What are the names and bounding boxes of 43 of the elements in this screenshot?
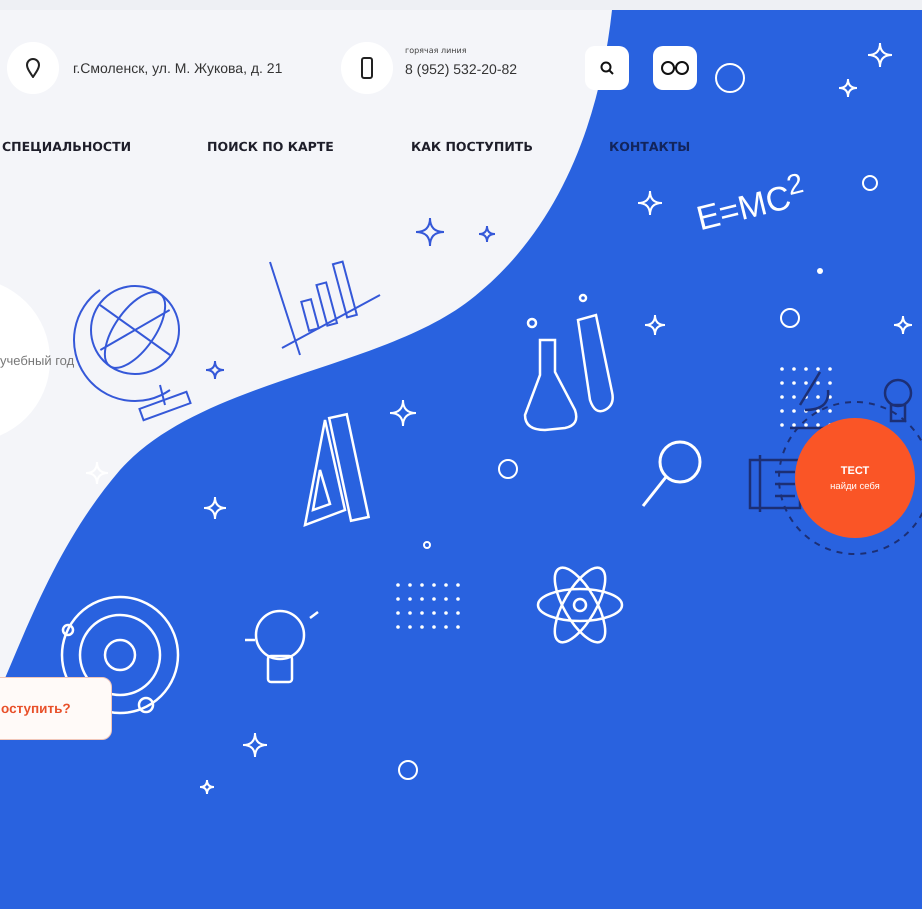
sparkle-icon [644,314,666,336]
ring-icon [398,760,418,780]
ring-icon [715,63,745,93]
light-bulb-icon [245,610,319,684]
light-bulb-icon [884,378,912,422]
ring-icon [498,459,518,479]
search-button[interactable] [585,46,629,90]
sparkle-icon [637,190,663,216]
academic-year-text: учебный год [0,353,74,368]
apply-button[interactable]: оступить? [0,677,112,740]
dot-grid-icon [780,367,832,427]
bar-chart-icon [269,260,380,356]
atom-icon [536,566,624,644]
nav-link[interactable]: СПЕЦИАЛЬНОСТИ [0,138,205,154]
magnifier-icon [642,440,702,507]
sparkle-icon [205,360,225,380]
sparkle-icon [893,315,913,335]
phone-number[interactable]: 8 (952) 532-20-82 [405,60,585,76]
address-text: г.Смоленск, ул. М. Жукова, д. 21 [73,60,284,76]
ring-icon [862,175,878,191]
sparkle-icon [85,461,109,485]
sparkle-icon [242,732,268,758]
hotline-label: горячая линия [405,46,468,54]
sparkle-icon [838,78,858,98]
microscope-icon [790,371,830,430]
dot-grid-icon [396,583,460,629]
sparkle-icon [389,399,417,427]
sparkle-icon [478,225,496,243]
nav-link[interactable]: КАК ПОСТУПИТЬ [409,138,607,154]
sparkle-icon [203,496,227,520]
sparkle-icon [867,42,893,68]
sparkle-icon [415,217,445,247]
nav-link[interactable]: ПОИСК ПО КАРТЕ [205,138,409,154]
dot-icon [817,268,823,274]
ruler-triangle-icon [303,412,370,527]
globe-icon [73,285,192,422]
sparkle-icon [199,779,215,795]
glasses-icon [660,61,690,75]
ring-icon [780,308,800,328]
ring-icon [423,541,431,549]
test-tubes-icon [524,294,614,432]
search-icon [600,61,614,75]
accessibility-glasses-button[interactable] [653,46,697,90]
